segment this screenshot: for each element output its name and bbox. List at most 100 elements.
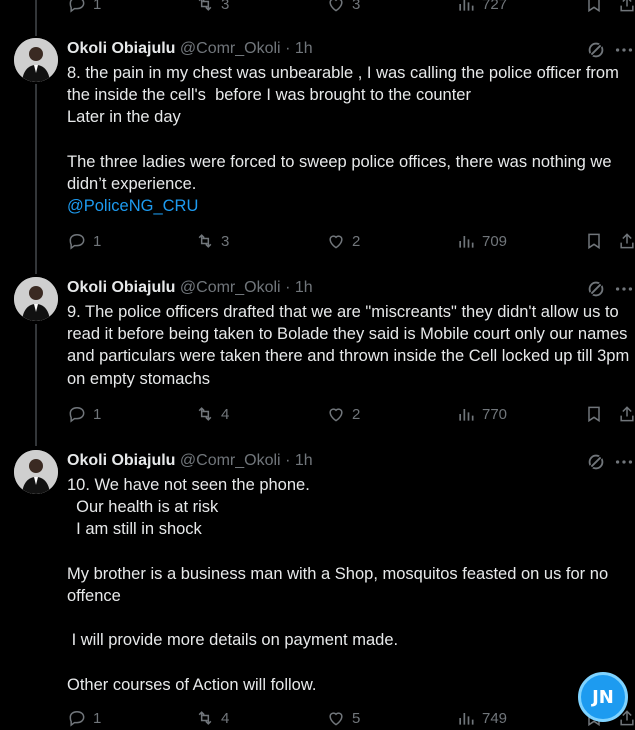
repost-count: 3	[221, 0, 230, 13]
header-icons	[585, 278, 635, 300]
bookmark-button[interactable]	[584, 404, 604, 424]
repost-button[interactable]: 3	[195, 231, 229, 251]
share-button[interactable]	[617, 404, 635, 424]
repost-button[interactable]: 4	[195, 708, 229, 728]
like-count: 5	[352, 709, 361, 727]
author-handle[interactable]: @Comr_Okoli	[180, 452, 281, 469]
reply-icon	[69, 406, 85, 423]
repost-count: 4	[221, 709, 230, 727]
previous-tweet-actions: 1 3 3 727	[67, 0, 635, 16]
reply-button[interactable]: 1	[67, 0, 101, 14]
repost-icon	[198, 0, 212, 11]
avatar[interactable]	[14, 38, 58, 82]
repost-icon	[198, 407, 212, 421]
reply-button[interactable]: 1	[67, 404, 101, 424]
tweet-actions: 1 3 2 709	[67, 231, 635, 253]
tweet-time[interactable]: · 1h	[285, 40, 313, 57]
share-icon	[620, 406, 634, 422]
reply-button[interactable]: 1	[67, 708, 101, 728]
tweet-actions: 1 4 2 770	[67, 404, 635, 426]
reply-count: 1	[93, 709, 102, 727]
heart-icon	[329, 408, 343, 422]
header-icons	[585, 451, 635, 473]
tweet-header: Okoli Obiajulu @Comr_Okoli · 1h	[67, 451, 635, 473]
author-name[interactable]: Okoli Obiajulu	[67, 279, 175, 296]
repost-count: 4	[221, 405, 230, 423]
tweet-time[interactable]: · 1h	[285, 279, 313, 296]
grok-icon[interactable]	[585, 451, 607, 473]
more-icon[interactable]	[613, 278, 635, 300]
more-icon[interactable]	[613, 39, 635, 61]
avatar-image	[14, 450, 58, 494]
share-icon	[620, 233, 634, 249]
like-button[interactable]: 2	[326, 404, 360, 424]
author-name[interactable]: Okoli Obiajulu	[67, 452, 175, 469]
bookmark-icon	[588, 406, 600, 423]
reply-icon	[69, 0, 85, 13]
repost-icon	[198, 711, 212, 725]
tweet-header: Okoli Obiajulu @Comr_Okoli · 1h	[67, 39, 635, 61]
thread-line	[35, 84, 37, 274]
header-icons	[585, 39, 635, 61]
bookmark-icon	[588, 0, 600, 13]
views-icon	[459, 0, 474, 11]
bookmark-button[interactable]	[584, 231, 604, 251]
tweet-text: 8. the pain in my chest was unbearable ,…	[67, 62, 633, 217]
repost-button[interactable]: 4	[195, 404, 229, 424]
repost-count: 3	[221, 232, 230, 250]
grok-icon[interactable]	[585, 278, 607, 300]
heart-icon	[329, 235, 343, 249]
reply-button[interactable]: 1	[67, 231, 101, 251]
views-button[interactable]: 709	[456, 231, 507, 251]
author-name[interactable]: Okoli Obiajulu	[67, 40, 175, 57]
like-button[interactable]: 3	[326, 0, 360, 14]
share-button[interactable]	[617, 0, 635, 14]
reply-icon	[69, 233, 85, 250]
tweet-text: 9. The police officers drafted that we a…	[67, 303, 634, 388]
views-button[interactable]: 770	[456, 404, 507, 424]
avatar-image	[14, 277, 58, 321]
share-button[interactable]	[617, 231, 635, 251]
jn-watermark-logo: JN	[578, 672, 628, 722]
tweet-body: 8. the pain in my chest was unbearable ,…	[67, 64, 619, 194]
tweet-header: Okoli Obiajulu @Comr_Okoli · 1h	[67, 278, 635, 300]
views-button[interactable]: 727	[456, 0, 507, 14]
avatar[interactable]	[14, 277, 58, 321]
views-count: 749	[482, 709, 508, 727]
bookmark-button[interactable]	[584, 0, 604, 14]
heart-icon	[329, 712, 343, 726]
share-icon	[620, 0, 634, 12]
views-count: 727	[482, 0, 508, 13]
thread-line	[35, 0, 37, 36]
author-handle[interactable]: @Comr_Okoli	[180, 279, 281, 296]
reply-count: 1	[93, 0, 102, 13]
more-icon[interactable]	[613, 451, 635, 473]
tweet-time[interactable]: · 1h	[285, 452, 313, 469]
tweet-actions: 1 4 5 749	[67, 708, 635, 730]
avatar[interactable]	[14, 450, 58, 494]
avatar-image	[14, 38, 58, 82]
mention-link[interactable]: @PoliceNG_CRU	[67, 197, 198, 215]
grok-icon[interactable]	[585, 39, 607, 61]
like-count: 2	[352, 232, 361, 250]
views-icon	[459, 409, 474, 421]
reply-icon	[69, 710, 85, 727]
bookmark-icon	[588, 233, 600, 250]
author-handle[interactable]: @Comr_Okoli	[180, 40, 281, 57]
thread-line	[35, 324, 37, 446]
like-count: 2	[352, 405, 361, 423]
like-button[interactable]: 2	[326, 231, 360, 251]
reply-count: 1	[93, 232, 102, 250]
repost-button[interactable]: 3	[195, 0, 229, 14]
like-button[interactable]: 5	[326, 708, 360, 728]
reply-count: 1	[93, 405, 102, 423]
views-count: 709	[482, 232, 508, 250]
views-icon	[459, 236, 474, 248]
views-count: 770	[482, 405, 508, 423]
tweet-text: 10. We have not seen the phone. Our heal…	[67, 476, 609, 694]
views-button[interactable]: 749	[456, 708, 507, 728]
like-count: 3	[352, 0, 361, 13]
repost-icon	[198, 234, 212, 248]
views-icon	[459, 713, 474, 725]
heart-icon	[329, 0, 343, 12]
